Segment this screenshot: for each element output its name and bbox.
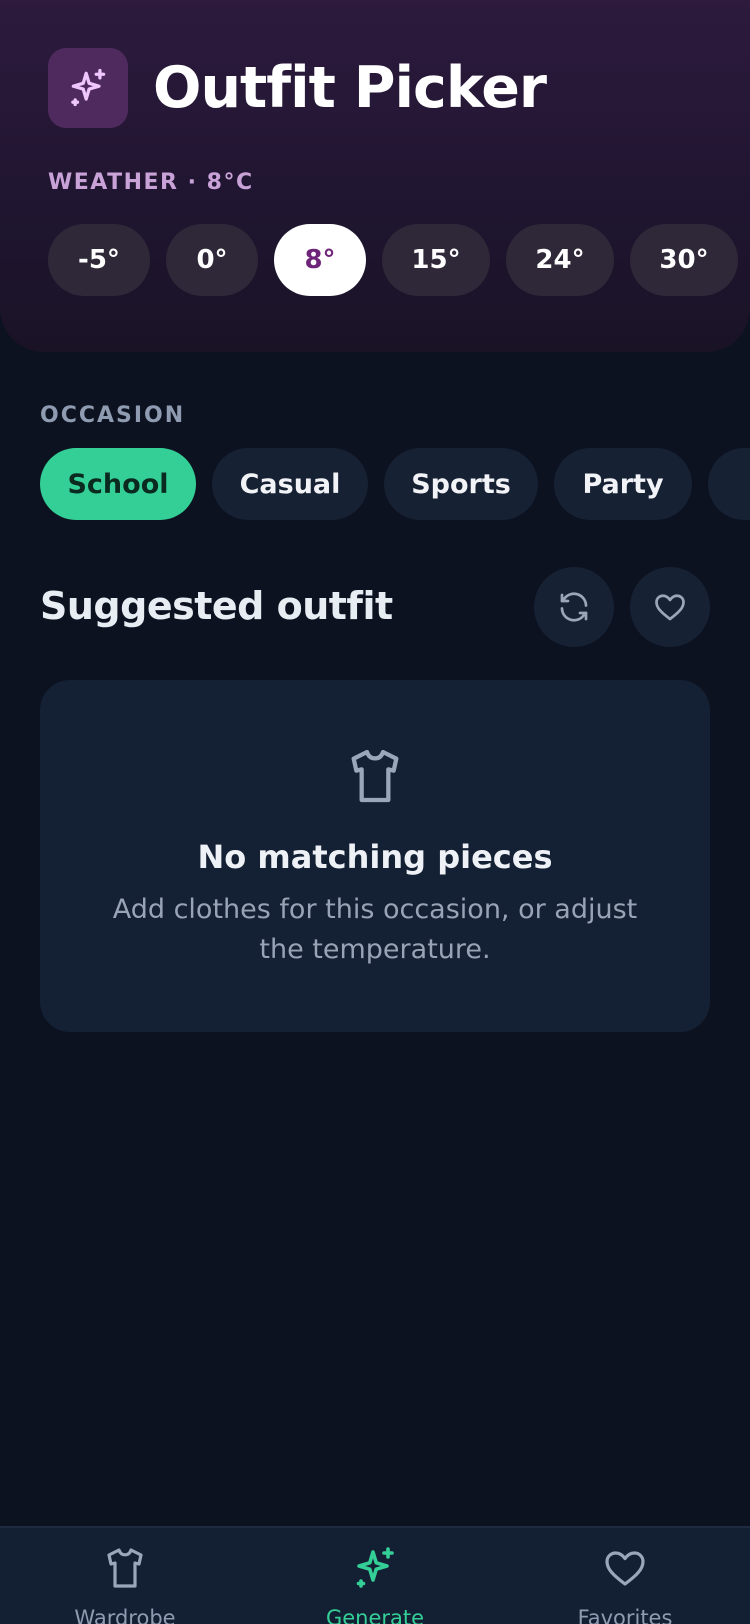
temp-chip-15[interactable]: 15°	[382, 224, 490, 296]
nav-label-generate: Generate	[325, 1606, 425, 1624]
sparkles-icon	[71, 68, 106, 107]
heart-icon	[655, 594, 685, 621]
app-title: Outfit Picker	[153, 55, 547, 121]
temp-chip-30[interactable]: 30°	[630, 224, 738, 296]
refresh-button[interactable]	[534, 567, 614, 647]
occasion-chip-school[interactable]: School	[40, 448, 196, 520]
nav-item-generate[interactable]: Generate	[275, 1528, 475, 1624]
outfit-picker-screen: Outfit Picker WEATHER · 8°C -5° 0° 8° 15…	[0, 0, 750, 1624]
shirt-icon	[107, 1548, 143, 1588]
occasion-label: OCCASION	[40, 403, 186, 428]
nav-label-wardrobe: Wardrobe	[74, 1606, 176, 1624]
nav-item-wardrobe[interactable]: Wardrobe	[25, 1528, 225, 1624]
nav-item-favorites[interactable]: Favorites	[525, 1528, 725, 1624]
empty-state-title: No matching pieces	[197, 838, 553, 876]
empty-state-description: Add clothes for this occasion, or adjust…	[112, 894, 638, 965]
bottom-navigation: Wardrobe Generate Favorites	[0, 1526, 750, 1624]
refresh-icon	[560, 592, 588, 622]
sparkles-icon	[356, 1547, 394, 1588]
temp-chip-8[interactable]: 8°	[274, 224, 366, 296]
favorite-button[interactable]	[630, 567, 710, 647]
suggested-outfit-title: Suggested outfit	[40, 584, 393, 628]
app-logo	[48, 48, 128, 128]
weather-label: WEATHER · 8°C	[48, 170, 254, 195]
nav-label-favorites: Favorites	[577, 1606, 673, 1624]
header: Outfit Picker WEATHER · 8°C -5° 0° 8° 15…	[0, 0, 750, 352]
temp-chip-24[interactable]: 24°	[506, 224, 614, 296]
occasion-chip-party[interactable]: Party	[554, 448, 692, 520]
temp-chip-minus5[interactable]: -5°	[48, 224, 150, 296]
empty-state-card: No matching pieces Add clothes for this …	[40, 680, 710, 1032]
occasion-chip-sports[interactable]: Sports	[384, 448, 538, 520]
temp-chip-0[interactable]: 0°	[166, 224, 258, 296]
shirt-icon	[351, 749, 399, 803]
heart-icon	[605, 1551, 645, 1586]
occasion-chip-overflow[interactable]	[708, 448, 750, 520]
occasion-chip-casual[interactable]: Casual	[212, 448, 368, 520]
